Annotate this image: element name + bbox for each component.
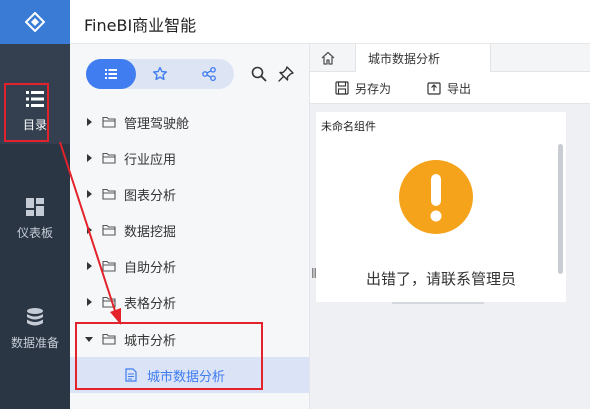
app-title: FineBI商业智能	[84, 16, 197, 35]
tree-item-label: 数据挖掘	[124, 224, 177, 240]
error-icon	[399, 160, 473, 234]
folder-icon	[102, 224, 116, 236]
database-icon	[27, 308, 43, 326]
caret-right-icon[interactable]	[84, 117, 94, 127]
error-message: 出错了，请联系管理员	[365, 270, 516, 288]
app-logo[interactable]	[0, 0, 70, 44]
logo-icon	[25, 12, 45, 32]
catalog-view-switcher	[86, 59, 234, 89]
share-button[interactable]	[184, 59, 234, 89]
caret-right-icon[interactable]	[84, 261, 94, 271]
toolbar: 另存为 导出	[310, 72, 590, 104]
tree-folder-item[interactable]: 数据挖掘	[70, 212, 310, 248]
folder-icon	[102, 152, 116, 164]
tree-folder-item[interactable]: 自助分析	[70, 248, 310, 284]
folder-icon	[102, 296, 116, 308]
home-icon[interactable]	[320, 50, 336, 66]
favorites-button[interactable]	[137, 59, 183, 89]
save-as-label: 另存为	[355, 81, 392, 96]
tab-bar: 城市数据分析	[310, 44, 590, 72]
main-area: 城市数据分析 另存为 导出 未命名组件 出错了，请联系管理员	[310, 44, 590, 409]
folder-icon	[102, 116, 116, 128]
search-icon[interactable]	[250, 65, 268, 83]
save-as-button[interactable]: 另存为	[335, 80, 391, 96]
dashboard-icon	[26, 198, 44, 216]
annotation-box-city-analysis	[75, 322, 263, 390]
widget-scrollbar[interactable]	[558, 144, 563, 274]
caret-right-icon[interactable]	[84, 153, 94, 163]
rail-item-data-prep[interactable]: 数据准备	[0, 306, 70, 351]
export-button[interactable]: 导出	[427, 80, 471, 96]
tree-item-label: 行业应用	[124, 152, 177, 168]
tree-folder-item[interactable]: 表格分析	[70, 284, 310, 320]
rail-item-dashboard[interactable]: 仪表板	[0, 196, 70, 241]
list-view-button[interactable]	[86, 59, 136, 89]
caret-right-icon[interactable]	[84, 189, 94, 199]
tree-folder-item[interactable]: 图表分析	[70, 176, 310, 212]
tab-label: 城市数据分析	[368, 51, 441, 66]
caret-right-icon[interactable]	[84, 225, 94, 235]
tree-item-label: 表格分析	[124, 296, 177, 312]
tree-item-label: 管理驾驶舱	[124, 116, 190, 132]
widget-title: 未命名组件	[321, 120, 376, 133]
folder-icon	[102, 260, 116, 272]
chart-widget[interactable]: 未命名组件 出错了，请联系管理员	[316, 112, 566, 302]
export-icon	[427, 82, 441, 95]
pin-icon[interactable]	[277, 65, 295, 83]
share-icon	[202, 66, 216, 82]
widget-bottom-edge	[392, 302, 484, 304]
export-label: 导出	[447, 81, 472, 96]
star-icon	[153, 66, 167, 81]
folder-icon	[102, 188, 116, 200]
tree-folder-item[interactable]: 行业应用	[70, 140, 310, 176]
caret-right-icon[interactable]	[84, 297, 94, 307]
tree-folder-item[interactable]: 管理驾驶舱	[70, 104, 310, 140]
annotation-box-catalog	[4, 83, 49, 142]
rail-item-data-prep-label: 数据准备	[10, 336, 59, 350]
tab-city-data-analysis[interactable]: 城市数据分析	[355, 44, 491, 72]
app-header: FineBI商业智能	[70, 0, 590, 44]
rail-item-dashboard-label: 仪表板	[16, 226, 53, 240]
left-rail: 目录 仪表板 数据准备	[0, 0, 70, 409]
tree-item-label: 自助分析	[124, 260, 177, 276]
save-icon	[335, 81, 349, 95]
tree-item-label: 图表分析	[124, 188, 177, 204]
list-view-icon	[105, 69, 117, 79]
